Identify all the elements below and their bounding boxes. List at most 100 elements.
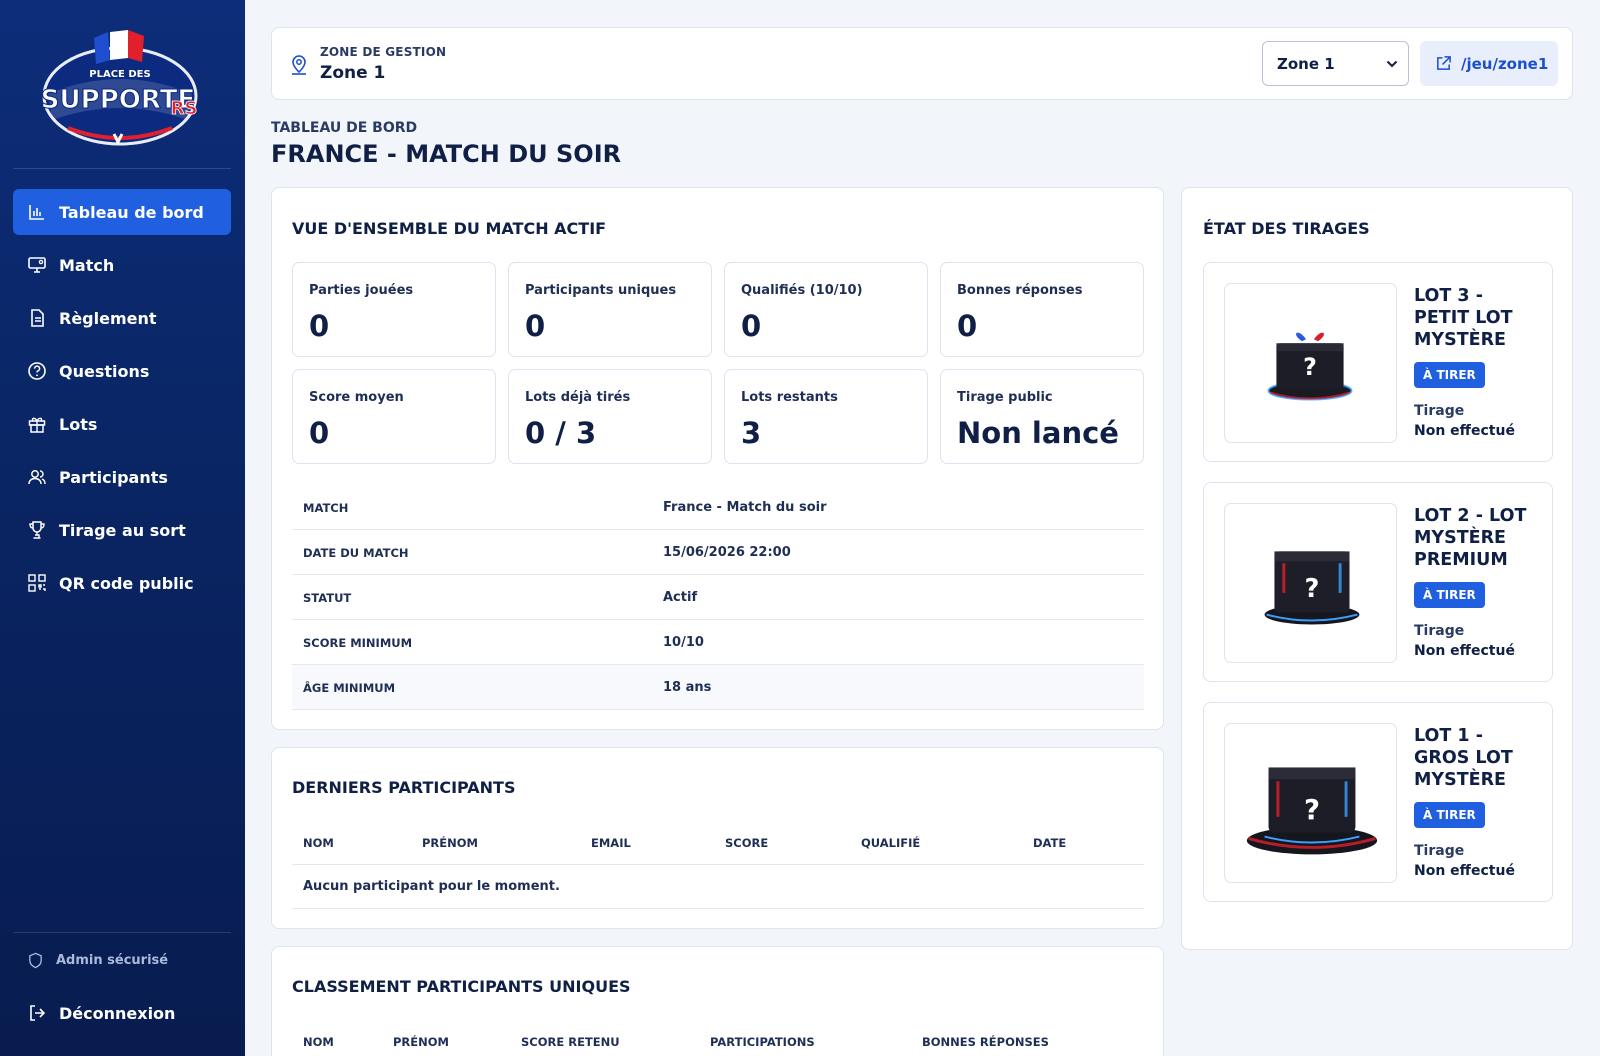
- sidebar-item-participants[interactable]: Participants: [13, 454, 231, 500]
- sidebar-item-lots[interactable]: Lots: [13, 401, 231, 447]
- zone-value: Zone 1: [320, 63, 386, 83]
- lot-image: ?: [1224, 723, 1397, 883]
- mystery-box-premium-icon: ?: [1264, 551, 1360, 625]
- stat-card: Participants uniques 0: [508, 262, 712, 357]
- column-header: SCORE: [725, 836, 769, 850]
- draw-status-value: Non effectué: [1414, 423, 1515, 439]
- table-row: SCORE MINIMUM 10/10: [292, 620, 1144, 665]
- sidebar: PLACE DES SUPPORTE RS Tableau de bord Ma…: [0, 0, 245, 1056]
- status-badge: À TIRER: [1414, 802, 1485, 828]
- recent-participants-title: DERNIERS PARTICIPANTS: [292, 778, 516, 797]
- mystery-box-grand-prize-icon: ?: [1246, 767, 1378, 855]
- empty-participants-message: Aucun participant pour le moment.: [303, 879, 560, 894]
- public-game-link[interactable]: /jeu/zone1: [1420, 41, 1558, 86]
- sidebar-item-tirage-au-sort[interactable]: Tirage au sort: [13, 507, 231, 553]
- column-header: QUALIFIÉ: [861, 836, 921, 850]
- stat-card: Score moyen 0: [292, 369, 496, 464]
- place-des-supporters-logo: PLACE DES SUPPORTE RS: [40, 30, 198, 146]
- overview-card: VUE D'ENSEMBLE DU MATCH ACTIF Parties jo…: [271, 187, 1164, 730]
- users-icon: [28, 470, 46, 485]
- table-row: MATCH France - Match du soir: [292, 485, 1144, 530]
- page-title: FRANCE - MATCH DU SOIR: [271, 140, 622, 168]
- draw-status-value: Non effectué: [1414, 863, 1515, 879]
- sidebar-divider: [13, 168, 231, 169]
- lot-card[interactable]: ? LOT 3 - PETIT LOT MYSTÈRE À TIRER Tira…: [1203, 262, 1553, 462]
- column-header: SCORE RETENU: [521, 1035, 620, 1049]
- draw-status-label: Tirage: [1414, 403, 1465, 419]
- draw-status-value: Non effectué: [1414, 643, 1515, 659]
- lot-title: LOT 1 - GROS LOT MYSTÈRE: [1414, 726, 1513, 790]
- sidebar-item-label: Lots: [59, 414, 98, 434]
- zone-select[interactable]: Zone 1: [1262, 41, 1409, 86]
- chevron-down-icon: [1386, 60, 1398, 68]
- lot-image: ?: [1224, 283, 1397, 443]
- sidebar-divider: [13, 932, 231, 933]
- lot-card[interactable]: ? LOT 1 - GROS LOT MYSTÈRE À TIRER Tirag…: [1203, 702, 1553, 902]
- sidebar-item-match[interactable]: Match: [13, 242, 231, 288]
- sidebar-item-reglement[interactable]: Règlement: [13, 295, 231, 341]
- sidebar-item-qr-code-public[interactable]: QR code public: [13, 560, 231, 606]
- sidebar-item-label: Tirage au sort: [59, 520, 186, 540]
- zone-header: ZONE DE GESTION Zone 1 Zone 1 /jeu/zone1: [271, 27, 1573, 100]
- stat-card: Parties jouées 0: [292, 262, 496, 357]
- document-icon: [31, 309, 44, 327]
- table-row: ÂGE MINIMUM 18 ans: [292, 665, 1144, 710]
- mystery-gift-box-icon: ?: [1267, 332, 1353, 401]
- zone-label: ZONE DE GESTION: [320, 45, 447, 59]
- logout-icon: [30, 1005, 46, 1021]
- draws-title: ÉTAT DES TIRAGES: [1203, 219, 1370, 238]
- logo-brand-accent: RS: [171, 98, 198, 119]
- sidebar-item-label: Match: [59, 255, 115, 275]
- column-header: NOM: [303, 1035, 334, 1049]
- help-circle-icon: [28, 362, 46, 380]
- draws-card: ÉTAT DES TIRAGES ? LOT 3 - PETIT LOT MYS…: [1181, 187, 1573, 950]
- lot-card[interactable]: ? LOT 2 - LOT MYSTÈRE PREMIUM À TIRER Ti…: [1203, 482, 1553, 682]
- draw-status-label: Tirage: [1414, 623, 1465, 639]
- sidebar-nav: Tableau de bord Match Règlement Question…: [13, 189, 231, 613]
- recent-participants-card: DERNIERS PARTICIPANTS NOM PRÉNOM EMAIL S…: [271, 747, 1164, 929]
- sidebar-item-label: Questions: [59, 361, 150, 381]
- map-pin-icon: [292, 55, 306, 75]
- lot-image: ?: [1224, 503, 1397, 663]
- sidebar-item-questions[interactable]: Questions: [13, 348, 231, 394]
- sidebar-item-label: QR code public: [59, 573, 194, 593]
- svg-text:?: ?: [1305, 574, 1320, 604]
- admin-secure-label: Admin sécurisé: [13, 952, 231, 969]
- status-badge: À TIRER: [1414, 582, 1485, 608]
- column-header: PARTICIPATIONS: [710, 1035, 815, 1049]
- stat-card: Tirage public Non lancé: [940, 369, 1144, 464]
- stat-card: Bonnes réponses 0: [940, 262, 1144, 357]
- table-row: STATUT Actif: [292, 575, 1144, 620]
- status-badge: À TIRER: [1414, 362, 1485, 388]
- stat-card: Lots restants 3: [724, 369, 928, 464]
- svg-text:?: ?: [1303, 353, 1317, 381]
- stat-card: Lots déjà tirés 0 / 3: [508, 369, 712, 464]
- table-divider: [292, 864, 1144, 865]
- page-kicker: TABLEAU DE BORD: [271, 120, 418, 136]
- column-header: DATE: [1033, 836, 1067, 850]
- column-header: PRÉNOM: [393, 1035, 449, 1049]
- bar-chart-icon: [29, 205, 44, 220]
- sidebar-item-tableau-de-bord[interactable]: Tableau de bord: [13, 189, 231, 235]
- lot-title: LOT 2 - LOT MYSTÈRE PREMIUM: [1414, 506, 1527, 570]
- trophy-icon: [29, 521, 45, 539]
- qr-code-icon: [28, 574, 46, 592]
- ranking-card: CLASSEMENT PARTICIPANTS UNIQUES NOM PRÉN…: [271, 946, 1164, 1056]
- column-header: BONNES RÉPONSES: [922, 1035, 1049, 1049]
- external-link-icon: [1437, 56, 1451, 70]
- svg-text:PLACE DES: PLACE DES: [89, 69, 150, 80]
- shield-icon: [29, 952, 42, 969]
- lot-title: LOT 3 - PETIT LOT MYSTÈRE: [1414, 286, 1513, 350]
- stat-card: Qualifiés (10/10) 0: [724, 262, 928, 357]
- draw-status-label: Tirage: [1414, 843, 1465, 859]
- column-header: PRÉNOM: [422, 836, 478, 850]
- logout-button[interactable]: Déconnexion: [13, 998, 231, 1028]
- match-info-table: MATCH France - Match du soir DATE DU MAT…: [292, 485, 1144, 710]
- table-row: DATE DU MATCH 15/06/2026 22:00: [292, 530, 1144, 575]
- gift-icon: [28, 417, 46, 433]
- sidebar-item-label: Règlement: [59, 308, 157, 328]
- table-divider: [292, 908, 1144, 909]
- sidebar-item-label: Tableau de bord: [59, 202, 204, 222]
- svg-text:?: ?: [1304, 793, 1320, 826]
- monitor-icon: [28, 257, 46, 273]
